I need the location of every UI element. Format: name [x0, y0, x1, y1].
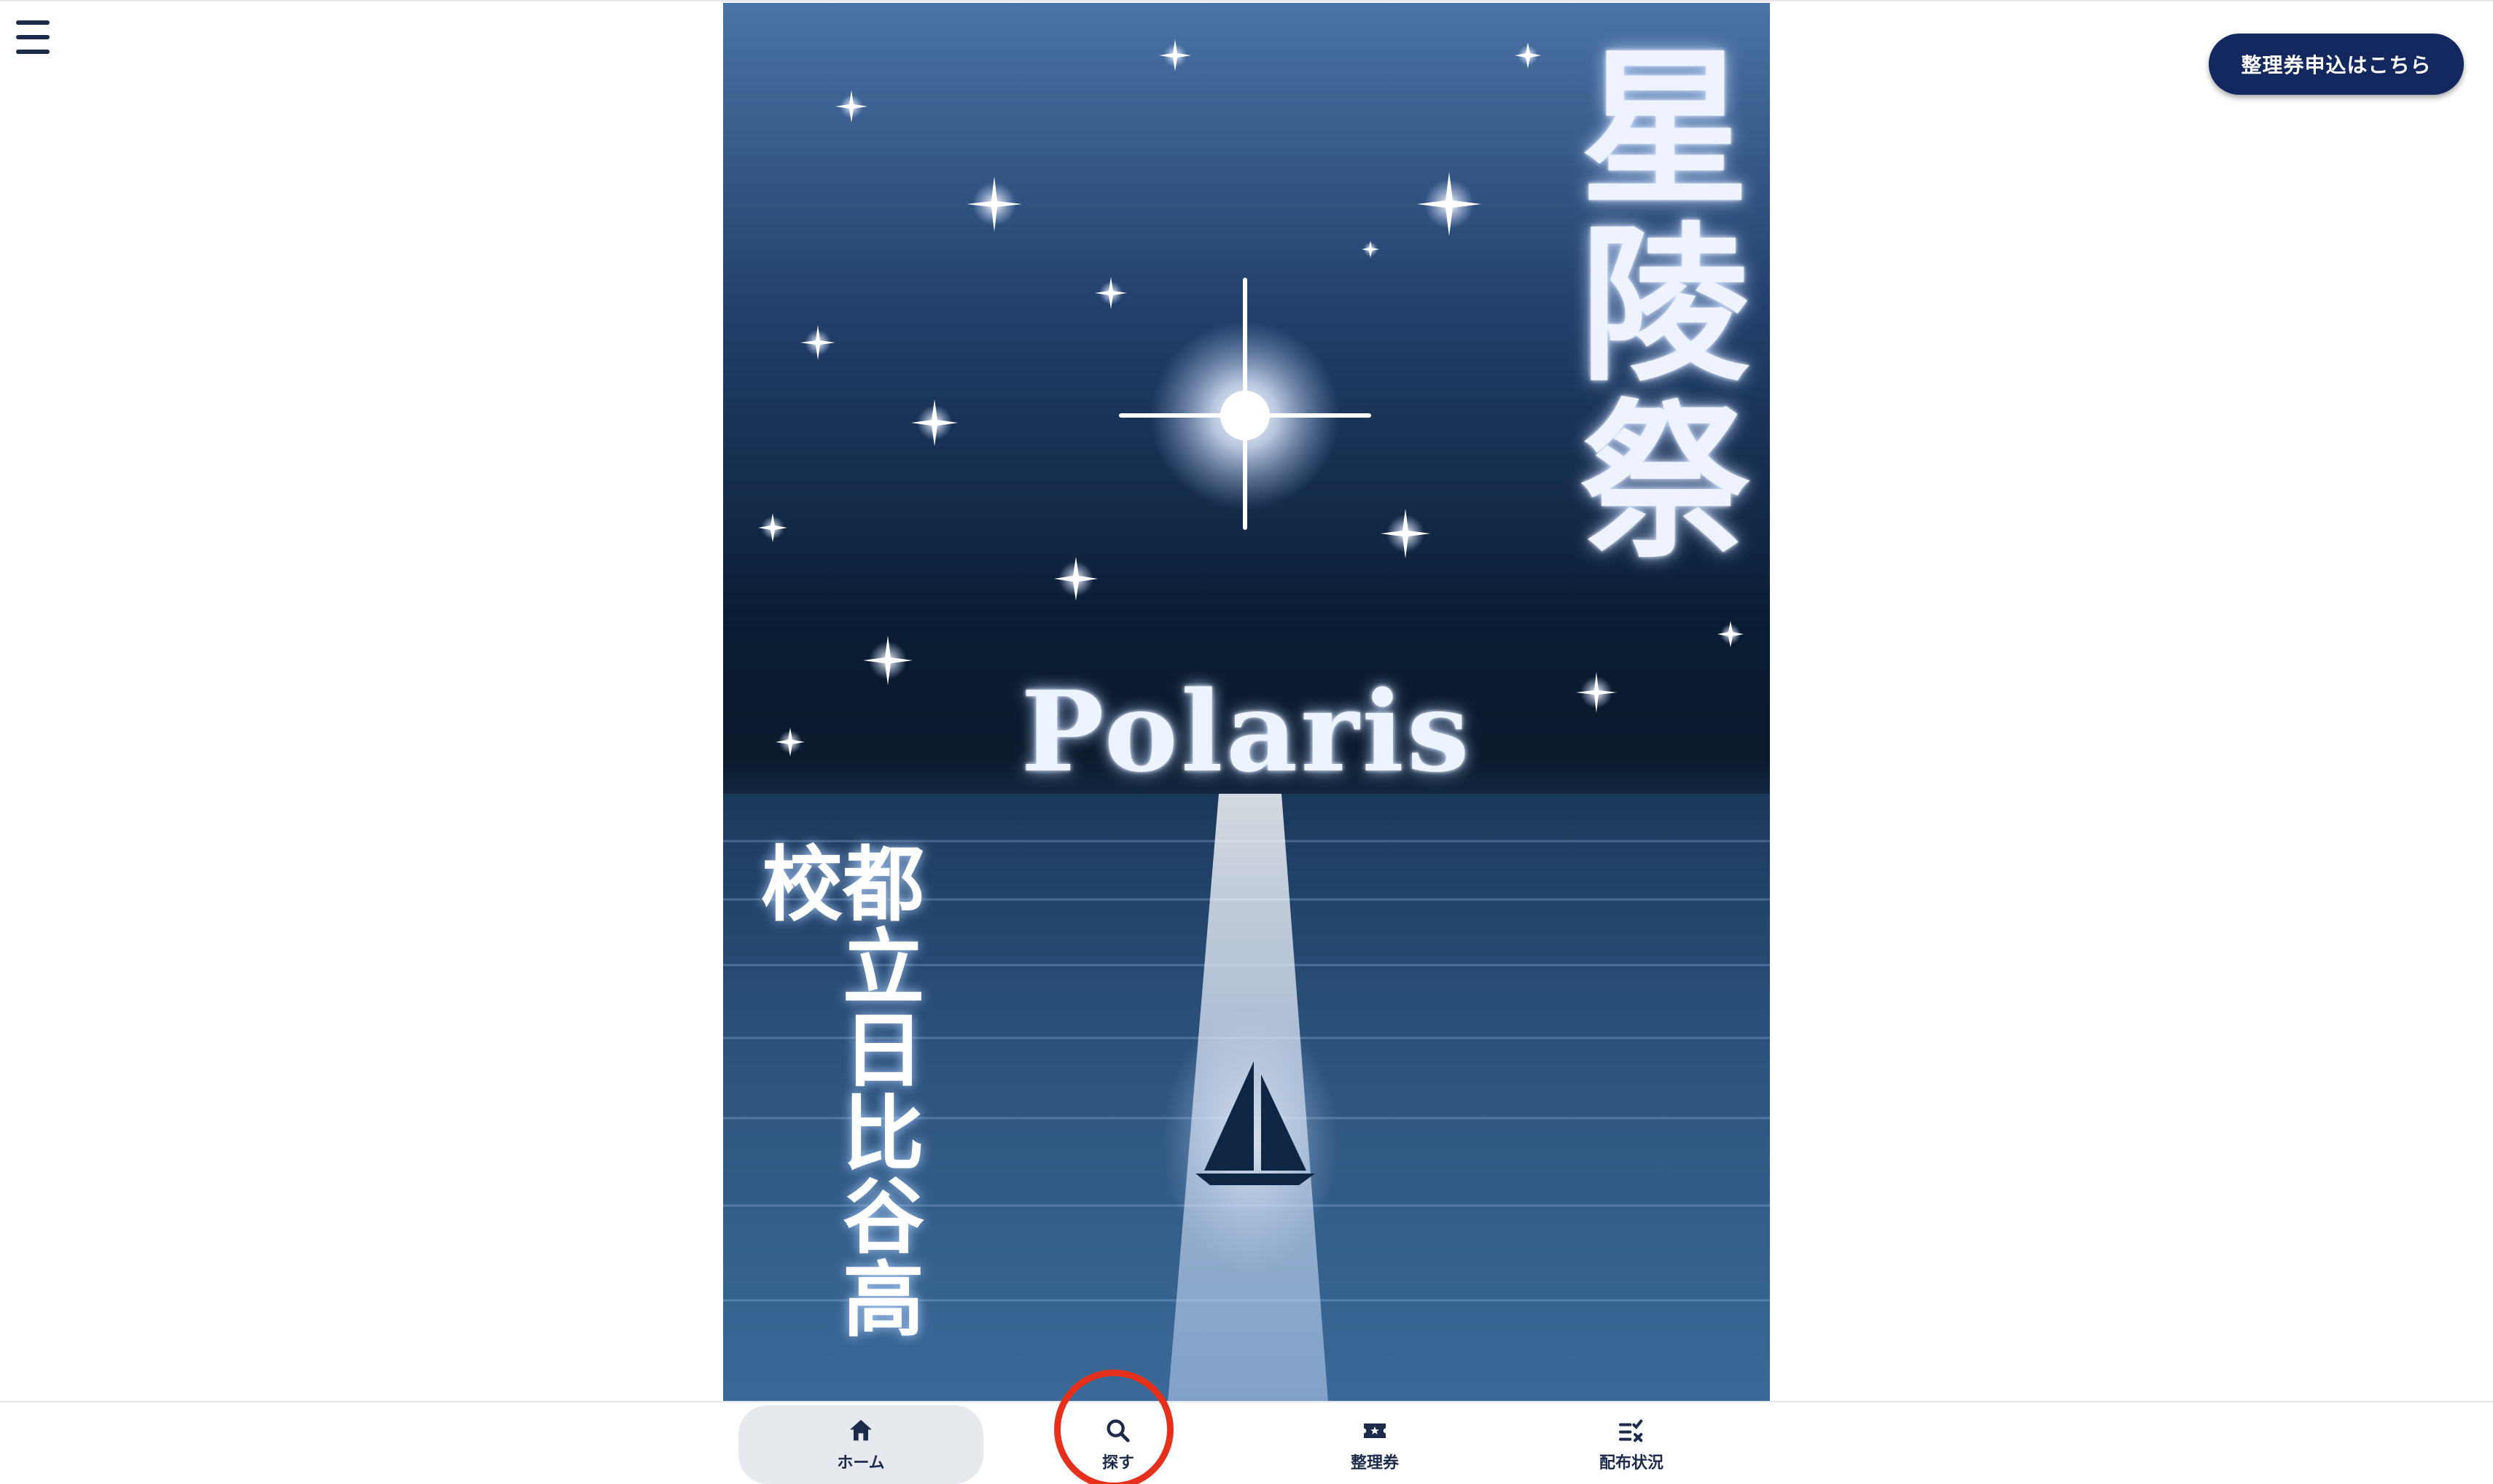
checklist-icon — [1619, 1419, 1643, 1442]
app-page: 整理券申込はこちら 星陵祭 Polaris 都立日比谷高校 ホーム 探す 整理券… — [0, 0, 2493, 1484]
home-icon — [850, 1420, 872, 1441]
nav-tickets-label: 整理券 — [1350, 1454, 1399, 1472]
nav-home[interactable]: ホーム — [738, 1405, 983, 1484]
ticket-icon — [1364, 1424, 1386, 1438]
nav-tickets[interactable]: 整理券 — [1252, 1405, 1497, 1484]
search-highlight-annotation — [1054, 1370, 1174, 1484]
festival-poster: 星陵祭 Polaris 都立日比谷高校 — [723, 3, 1770, 1402]
bottom-navigation: ホーム 探す 整理券 配布状況 — [0, 1401, 2493, 1484]
nav-distribution-status[interactable]: 配布状況 — [1509, 1405, 1754, 1484]
festival-theme: Polaris — [1021, 666, 1472, 797]
festival-title: 星陵祭 — [1551, 39, 1750, 569]
nav-home-label: ホーム — [837, 1454, 885, 1472]
ticket-application-button[interactable]: 整理券申込はこちら — [2209, 34, 2464, 95]
school-name: 都立日比谷高校 — [747, 841, 924, 1340]
nav-distribution-status-label: 配布状況 — [1599, 1454, 1663, 1472]
hamburger-menu-icon[interactable] — [16, 20, 55, 54]
